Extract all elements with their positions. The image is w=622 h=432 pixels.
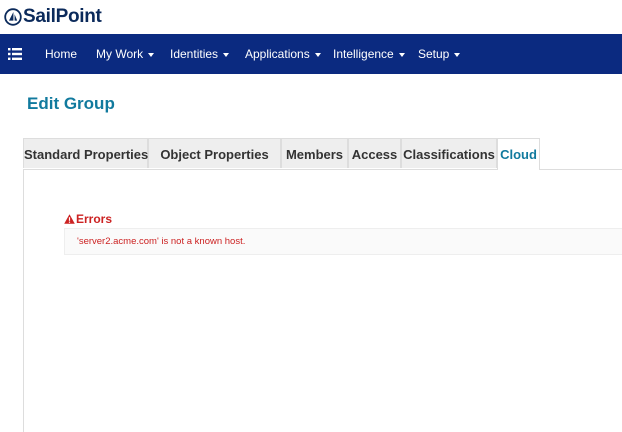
main-navbar: Home My Work Identities Applications Int… <box>0 34 622 74</box>
error-message-box: 'server2.acme.com' is not a known host. <box>64 228 622 255</box>
nav-home-label: Home <box>45 47 78 61</box>
page-title: Edit Group <box>27 94 115 113</box>
nav-applications-label: Applications <box>245 47 310 61</box>
top-header: SailPoint <box>0 0 622 34</box>
chevron-down-icon <box>454 52 461 57</box>
nav-setup[interactable]: Setup <box>418 34 461 74</box>
warning-icon <box>64 214 75 224</box>
hamburger-icon[interactable] <box>8 47 22 61</box>
logo-text: SailPoint <box>23 6 102 27</box>
tab-cloud[interactable]: Cloud <box>497 138 540 170</box>
error-message: 'server2.acme.com' is not a known host. <box>77 236 246 247</box>
errors-heading-label: Errors <box>76 212 113 226</box>
nav-my-work[interactable]: My Work <box>96 34 155 74</box>
nav-identities-label: Identities <box>170 47 219 61</box>
tab-members[interactable]: Members <box>281 138 348 168</box>
nav-home[interactable]: Home <box>45 34 77 74</box>
tab-access[interactable]: Access <box>348 138 401 168</box>
tab-bar: Standard Properties Object Properties Me… <box>23 138 622 170</box>
nav-intelligence[interactable]: Intelligence <box>333 34 405 74</box>
nav-intelligence-label: Intelligence <box>333 47 394 61</box>
nav-applications[interactable]: Applications <box>245 34 321 74</box>
sailpoint-logo[interactable]: SailPoint <box>4 5 102 29</box>
sailpoint-logo-icon <box>4 8 22 26</box>
tab-standard-properties[interactable]: Standard Properties <box>23 138 148 168</box>
nav-my-work-label: My Work <box>96 47 144 61</box>
chevron-down-icon <box>398 52 405 57</box>
chevron-down-icon <box>223 52 230 57</box>
tab-object-properties[interactable]: Object Properties <box>148 138 281 168</box>
chevron-down-icon <box>314 52 321 57</box>
nav-setup-label: Setup <box>418 47 450 61</box>
tab-content-panel: Errors 'server2.acme.com' is not a known… <box>23 170 622 432</box>
tab-classifications[interactable]: Classifications <box>401 138 497 168</box>
errors-heading: Errors <box>64 212 112 226</box>
chevron-down-icon <box>148 52 155 57</box>
nav-identities[interactable]: Identities <box>170 34 230 74</box>
